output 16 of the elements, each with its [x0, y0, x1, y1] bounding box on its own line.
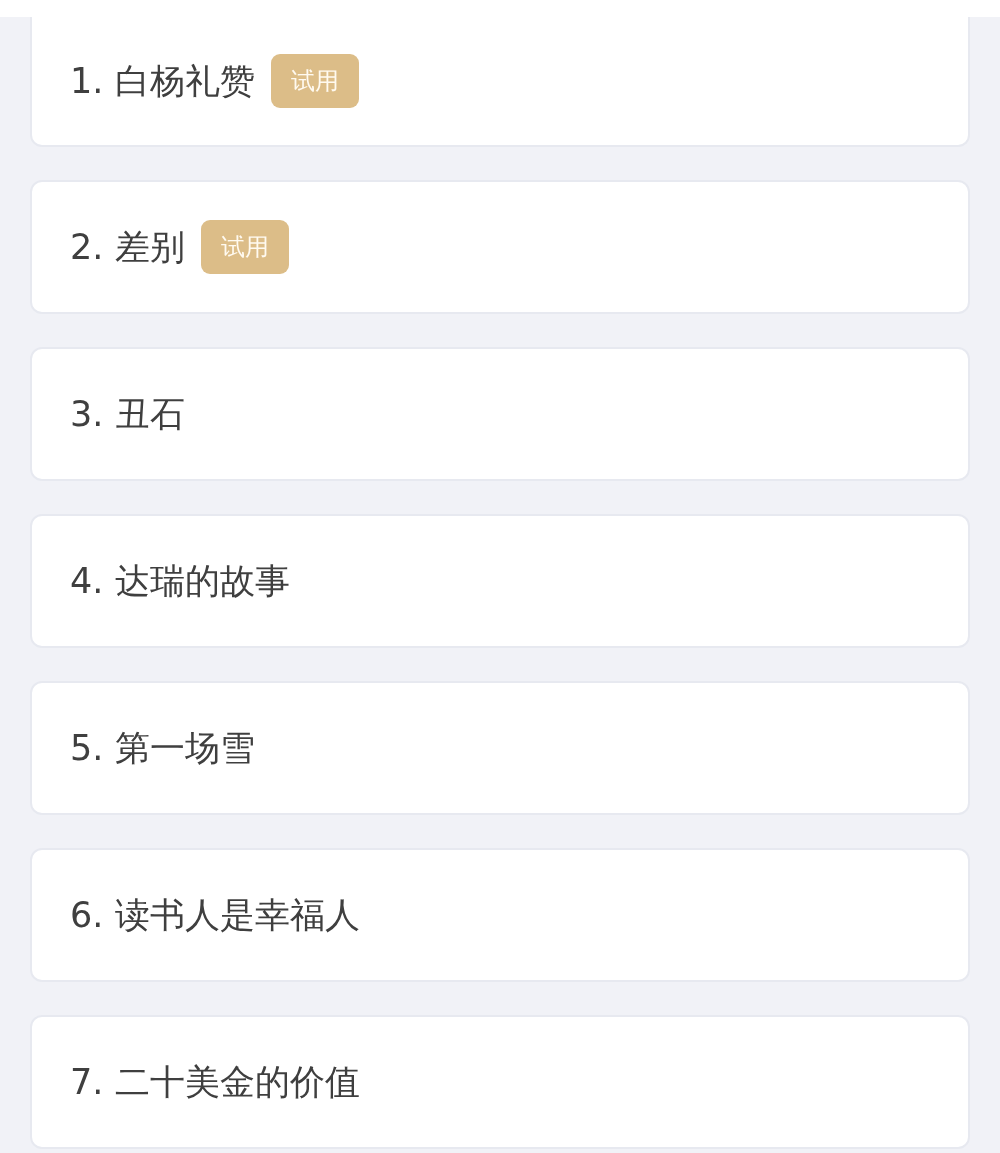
- lesson-title: 5. 第一场雪: [70, 726, 255, 770]
- trial-badge: 试用: [270, 54, 359, 108]
- lesson-title: 2. 差别: [70, 225, 185, 269]
- lesson-title: 7. 二十美金的价值: [70, 1060, 360, 1104]
- lesson-title: 6. 读书人是幸福人: [70, 893, 360, 937]
- lesson-title: 3. 丑石: [70, 392, 185, 436]
- lesson-card[interactable]: 5. 第一场雪: [30, 681, 970, 815]
- lesson-title: 1. 白杨礼赞: [70, 59, 255, 103]
- lesson-card[interactable]: 2. 差别 试用: [30, 180, 970, 314]
- lesson-card[interactable]: 6. 读书人是幸福人: [30, 848, 970, 982]
- lesson-card[interactable]: 1. 白杨礼赞 试用: [30, 17, 970, 147]
- trial-badge: 试用: [200, 220, 289, 274]
- lesson-title: 4. 达瑞的故事: [70, 559, 290, 603]
- lesson-card[interactable]: 7. 二十美金的价值: [30, 1015, 970, 1149]
- lesson-card[interactable]: 3. 丑石: [30, 347, 970, 481]
- lesson-card[interactable]: 4. 达瑞的故事: [30, 514, 970, 648]
